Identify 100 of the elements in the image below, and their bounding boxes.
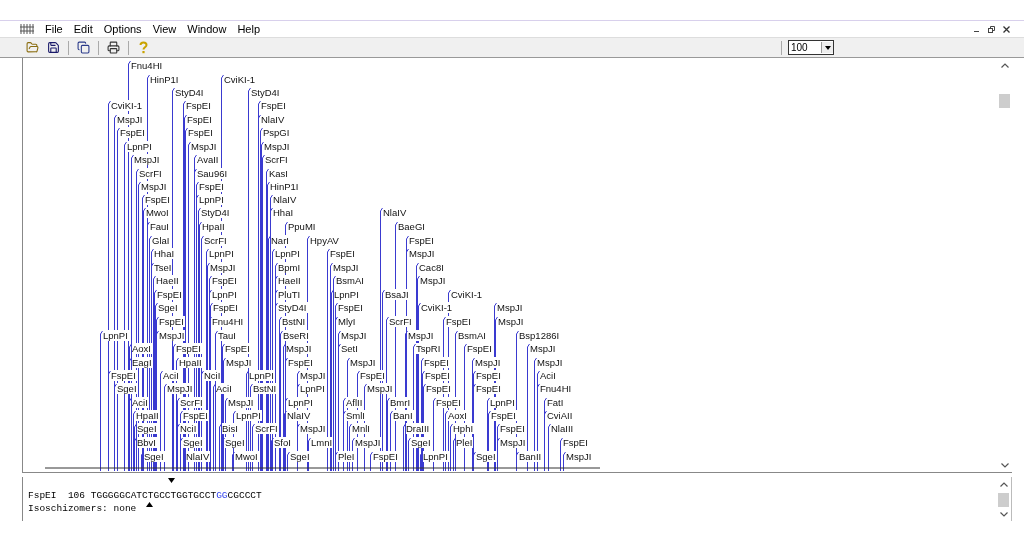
- enzyme-label[interactable]: LpnPI: [236, 410, 262, 421]
- enzyme-label[interactable]: SgeI: [137, 423, 158, 434]
- enzyme-label[interactable]: CviKI-1: [224, 74, 257, 85]
- enzyme-label[interactable]: BsmAI: [336, 275, 365, 286]
- enzyme-label[interactable]: HpyAV: [310, 235, 340, 246]
- enzyme-label[interactable]: NciI: [180, 423, 198, 434]
- enzyme-label[interactable]: ScrFI: [255, 423, 279, 434]
- enzyme-label[interactable]: SgeI: [476, 451, 497, 462]
- enzyme-label[interactable]: PleI: [338, 451, 356, 462]
- enzyme-label[interactable]: NlaIV: [287, 410, 312, 421]
- zoom-select[interactable]: 100: [788, 40, 834, 55]
- enzyme-label[interactable]: FspEI: [288, 357, 314, 368]
- enzyme-label[interactable]: CviKI-1: [111, 100, 144, 111]
- enzyme-label[interactable]: FspEI: [424, 357, 450, 368]
- enzyme-label[interactable]: MspJI: [341, 330, 368, 341]
- enzyme-label[interactable]: SgeI: [158, 302, 179, 313]
- enzyme-label[interactable]: BisI: [222, 423, 239, 434]
- enzyme-label[interactable]: SgeI: [225, 437, 246, 448]
- enzyme-label[interactable]: LpnPI: [199, 194, 225, 205]
- enzyme-label[interactable]: MspJI: [530, 343, 557, 354]
- enzyme-label[interactable]: PpuMI: [288, 221, 317, 232]
- enzyme-label[interactable]: NlaIV: [273, 194, 298, 205]
- enzyme-label[interactable]: StyD4I: [175, 87, 205, 98]
- close-icon[interactable]: [1003, 25, 1010, 33]
- enzyme-label[interactable]: LpnPI: [249, 370, 275, 381]
- enzyme-label[interactable]: TauI: [218, 330, 237, 341]
- enzyme-label[interactable]: BanI: [393, 410, 414, 421]
- enzyme-label[interactable]: MlyI: [338, 316, 357, 327]
- enzyme-label[interactable]: MspJI: [167, 383, 194, 394]
- enzyme-label[interactable]: SgeI: [183, 437, 204, 448]
- scroll-thumb[interactable]: [999, 94, 1010, 108]
- enzyme-label[interactable]: HpaII: [136, 410, 160, 421]
- enzyme-label[interactable]: MspJI: [408, 330, 435, 341]
- enzyme-label[interactable]: FspEI: [426, 383, 452, 394]
- enzyme-label[interactable]: FspEI: [225, 343, 251, 354]
- enzyme-label[interactable]: HaeII: [156, 275, 180, 286]
- enzyme-label[interactable]: FspEI: [176, 343, 202, 354]
- enzyme-label[interactable]: FspEI: [491, 410, 517, 421]
- enzyme-label[interactable]: MwoI: [235, 451, 259, 462]
- enzyme-label[interactable]: FspEI: [446, 316, 472, 327]
- enzyme-label[interactable]: MspJI: [117, 114, 144, 125]
- enzyme-label[interactable]: LpnPI: [212, 289, 238, 300]
- enzyme-label[interactable]: MspJI: [350, 357, 377, 368]
- scroll-down-icon[interactable]: [1000, 462, 1009, 468]
- enzyme-label[interactable]: CviAII: [547, 410, 574, 421]
- enzyme-label[interactable]: FspEI: [187, 114, 213, 125]
- enzyme-label[interactable]: StyD4I: [251, 87, 281, 98]
- enzyme-label[interactable]: LpnPI: [127, 141, 153, 152]
- enzyme-label[interactable]: ScrFI: [204, 235, 228, 246]
- enzyme-label[interactable]: MspJI: [420, 275, 447, 286]
- enzyme-label[interactable]: Cac8I: [419, 262, 445, 273]
- enzyme-label[interactable]: AciI: [540, 370, 557, 381]
- enzyme-label[interactable]: AciI: [216, 383, 233, 394]
- enzyme-label[interactable]: TseI: [154, 262, 173, 273]
- save-button[interactable]: [45, 39, 62, 56]
- enzyme-label[interactable]: BseRI: [283, 330, 310, 341]
- restore-icon[interactable]: [988, 25, 995, 33]
- menu-item[interactable]: File: [45, 23, 63, 35]
- enzyme-label[interactable]: PluTI: [278, 289, 302, 300]
- enzyme-label[interactable]: FspEI: [467, 343, 493, 354]
- enzyme-label[interactable]: MspJI: [159, 330, 186, 341]
- enzyme-label[interactable]: MspJI: [498, 316, 525, 327]
- enzyme-label[interactable]: MnlI: [352, 423, 371, 434]
- enzyme-label[interactable]: BanII: [519, 451, 543, 462]
- enzyme-label[interactable]: LpnPI: [490, 397, 516, 408]
- enzyme-label[interactable]: FspEI: [183, 410, 209, 421]
- enzyme-label[interactable]: MspJI: [300, 370, 327, 381]
- enzyme-label[interactable]: FspEI: [476, 383, 502, 394]
- enzyme-label[interactable]: Fnu4HI: [212, 316, 245, 327]
- enzyme-label[interactable]: NlaIV: [261, 114, 286, 125]
- enzyme-label[interactable]: LpnPI: [103, 330, 129, 341]
- enzyme-label[interactable]: CviKI-1: [451, 289, 484, 300]
- enzyme-label[interactable]: Bsp1286I: [519, 330, 561, 341]
- enzyme-label[interactable]: MspJI: [500, 437, 527, 448]
- enzyme-label[interactable]: HhaI: [273, 207, 295, 218]
- enzyme-label[interactable]: FspEI: [373, 451, 399, 462]
- enzyme-label[interactable]: MspJI: [409, 248, 436, 259]
- enzyme-label[interactable]: ScrFI: [265, 154, 289, 165]
- enzyme-label[interactable]: LpnPI: [334, 289, 360, 300]
- enzyme-label[interactable]: AvaII: [197, 154, 220, 165]
- enzyme-label[interactable]: MspJI: [264, 141, 291, 152]
- enzyme-label[interactable]: MspJI: [355, 437, 382, 448]
- enzyme-label[interactable]: EagI: [132, 357, 153, 368]
- enzyme-label[interactable]: AoxI: [448, 410, 468, 421]
- enzyme-label[interactable]: Fnu4HI: [540, 383, 573, 394]
- enzyme-label[interactable]: LpnPI: [209, 248, 235, 259]
- enzyme-label[interactable]: MspJI: [134, 154, 161, 165]
- scroll-up-icon[interactable]: [999, 481, 1008, 487]
- menu-item[interactable]: Options: [103, 23, 142, 35]
- enzyme-label[interactable]: GlaI: [152, 235, 171, 246]
- scroll-thumb[interactable]: [998, 493, 1009, 507]
- enzyme-label[interactable]: AciI: [163, 370, 180, 381]
- enzyme-label[interactable]: FspEI: [159, 316, 185, 327]
- enzyme-label[interactable]: StyD4I: [278, 302, 308, 313]
- enzyme-label[interactable]: MspJI: [333, 262, 360, 273]
- enzyme-label[interactable]: FspEI: [199, 181, 225, 192]
- enzyme-label[interactable]: FspEI: [476, 370, 502, 381]
- enzyme-label[interactable]: SetI: [341, 343, 359, 354]
- menu-item[interactable]: Help: [237, 23, 261, 35]
- enzyme-label[interactable]: SgeI: [411, 437, 432, 448]
